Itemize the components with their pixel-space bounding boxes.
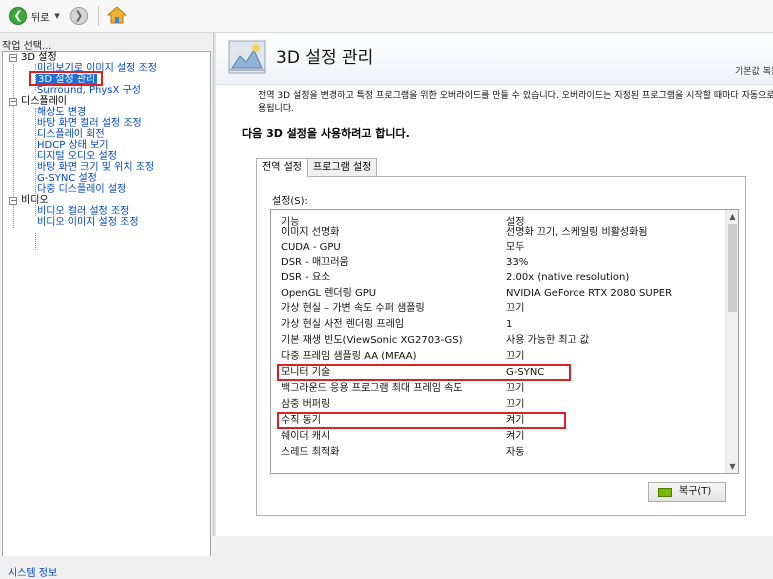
tab-content: 설정(S): 기능 설정 이미지 선명화 선명화 끄기, 스케일링 비활성화됨 C… (256, 176, 746, 516)
tree-item-multi-display[interactable]: 다중 디스플레이 설정 (37, 184, 126, 195)
back-dropdown-icon[interactable]: ▼ (54, 12, 59, 20)
task-tree[interactable]: − 3D 설정 미리보기로 이미지 설정 조정 3D 설정 관리 Surroun… (2, 51, 211, 556)
tree-item-video-image[interactable]: 비디오 이미지 설정 조정 (37, 217, 139, 228)
row-value: 자동 (506, 447, 525, 458)
list-header: 기능 설정 (271, 210, 726, 228)
home-button[interactable] (106, 5, 128, 28)
page-title: 3D 설정 관리 (276, 48, 374, 68)
restore-defaults-link[interactable]: 기본값 복원 (735, 64, 773, 77)
page-description: 전역 3D 설정을 변경하고 특정 프로그램을 위한 오버라이드를 만들 수 있… (258, 91, 773, 114)
row-feature: 가상 현실 – 가변 속도 수퍼 샘플링 (281, 303, 425, 314)
table-row[interactable]: DSR - 요소 2.00x (native resolution) (271, 271, 726, 285)
row-feature: 백그라운드 응용 프로그램 최대 프레임 속도 (281, 383, 463, 394)
settings-tabs: 전역 설정 프로그램 설정 (256, 158, 378, 177)
tree-connector (35, 233, 36, 250)
content-panel: 3D 설정 관리 기본값 복원 전역 3D 설정을 변경하고 특정 프로그램을 … (216, 33, 773, 536)
highlight-box (277, 364, 571, 381)
table-row[interactable]: DSR - 매끄러움 33% (271, 256, 726, 270)
scroll-down-icon[interactable]: ▼ (726, 460, 738, 473)
row-feature: 다중 프레임 샘플링 AA (MFAA) (281, 351, 417, 362)
3d-settings-icon (228, 40, 266, 74)
tab-global-settings[interactable]: 전역 설정 (256, 158, 308, 177)
tab-program-settings[interactable]: 프로그램 설정 (306, 158, 378, 176)
settings-label: 설정(S): (272, 196, 308, 207)
row-value: 켜기 (506, 431, 525, 442)
tree-item-surround-physx[interactable]: Surround, PhysX 구성 (37, 85, 141, 96)
row-value: NVIDIA GeForce RTX 2080 SUPER (506, 288, 673, 299)
table-row[interactable]: 쉐이더 캐시 켜기 (271, 430, 726, 444)
row-feature: CUDA - GPU (281, 242, 341, 253)
table-row[interactable]: 이미지 선명화 선명화 끄기, 스케일링 비활성화됨 (271, 226, 726, 240)
scroll-thumb[interactable] (728, 224, 737, 312)
tree-category-display[interactable]: 디스플레이 (21, 96, 67, 107)
row-feature: 기본 재생 빈도(ViewSonic XG2703-GS) (281, 335, 463, 346)
row-value: 모두 (506, 242, 525, 253)
row-feature: 삼중 버퍼링 (281, 399, 331, 410)
table-row[interactable]: 기본 재생 빈도(ViewSonic XG2703-GS) 사용 가능한 최고 값 (271, 334, 726, 348)
nvidia-icon (658, 487, 672, 497)
forward-arrow-icon: ❯ (69, 7, 88, 25)
table-row[interactable]: 백그라운드 응용 프로그램 최대 프레임 속도 끄기 (271, 382, 726, 396)
section-title: 다음 3D 설정을 사용하려고 합니다. (242, 127, 410, 140)
tree-category-video[interactable]: 비디오 (21, 195, 49, 206)
row-feature: 이미지 선명화 (281, 227, 340, 238)
row-value: 2.00x (native resolution) (506, 272, 630, 283)
tree-item-gsync[interactable]: G-SYNC 설정 (37, 173, 97, 184)
row-value: 끄기 (506, 351, 525, 362)
row-value: 33% (506, 257, 529, 268)
row-value: 끄기 (506, 303, 525, 314)
collapse-icon[interactable]: − (9, 98, 17, 106)
navigation-toolbar: ❮ 뒤로 ▼ ❯ (0, 0, 773, 33)
back-button[interactable]: ❮ 뒤로 ▼ (6, 5, 63, 27)
row-feature: DSR - 요소 (281, 272, 331, 283)
table-row[interactable]: 가상 현실 – 가변 속도 수퍼 샘플링 끄기 (271, 302, 726, 316)
highlight-box (29, 71, 103, 86)
settings-list[interactable]: 기능 설정 이미지 선명화 선명화 끄기, 스케일링 비활성화됨 CUDA - G… (270, 209, 739, 474)
row-feature: 스레드 최적화 (281, 447, 340, 458)
collapse-icon[interactable]: − (9, 54, 17, 62)
scroll-up-icon[interactable]: ▲ (726, 210, 738, 223)
row-feature: 쉐이더 캐시 (281, 431, 331, 442)
tree-item-change-resolution[interactable]: 해상도 변경 (37, 107, 86, 118)
back-label: 뒤로 (31, 12, 50, 24)
table-row[interactable]: 스레드 최적화 자동 (271, 446, 726, 460)
table-row[interactable]: CUDA - GPU 모두 (271, 241, 726, 255)
restore-button-label: 복구(T) (679, 486, 712, 497)
row-value: 사용 가능한 최고 값 (506, 335, 590, 346)
tree-item-hdcp-status[interactable]: HDCP 상태 보기 (37, 140, 108, 151)
page-header: 3D 설정 관리 기본값 복원 (216, 33, 773, 85)
highlight-box (277, 412, 566, 429)
tree-item-rotate-display[interactable]: 디스플레이 회전 (37, 129, 105, 140)
row-value: 끄기 (506, 399, 525, 410)
tree-category-3d[interactable]: 3D 설정 (21, 52, 57, 63)
row-feature: DSR - 매끄러움 (281, 257, 349, 268)
toolbar-separator (97, 6, 99, 26)
table-row[interactable]: 다중 프레임 샘플링 AA (MFAA) 끄기 (271, 350, 726, 364)
task-panel: 작업 선택... − 3D 설정 미리보기로 이미지 설정 조정 3D 설정 관… (0, 33, 213, 579)
tree-item-video-color[interactable]: 비디오 컬러 설정 조정 (37, 206, 129, 217)
forward-button[interactable]: ❯ (67, 5, 91, 27)
table-row[interactable]: 삼중 버퍼링 끄기 (271, 398, 726, 412)
tree-item-desktop-size[interactable]: 바탕 화면 크기 및 위치 조정 (37, 162, 154, 173)
back-arrow-icon: ❮ (9, 7, 27, 25)
list-scrollbar[interactable]: ▲ ▼ (725, 210, 738, 473)
system-info-link[interactable]: 시스템 정보 (8, 564, 57, 579)
collapse-icon[interactable]: − (9, 197, 17, 205)
row-value: 1 (506, 319, 513, 330)
row-feature: OpenGL 렌더링 GPU (281, 288, 377, 299)
table-row[interactable]: OpenGL 렌더링 GPU NVIDIA GeForce RTX 2080 SU… (271, 287, 726, 301)
row-value: 선명화 끄기, 스케일링 비활성화됨 (506, 227, 648, 238)
table-row[interactable]: 가상 현실 사전 렌더링 프레임 1 (271, 318, 726, 332)
restore-button[interactable]: 복구(T) (648, 482, 726, 502)
task-panel-title: 작업 선택... (2, 41, 52, 52)
row-value: 끄기 (506, 383, 525, 394)
tree-item-desktop-color[interactable]: 바탕 화면 컬러 설정 조정 (37, 118, 142, 129)
home-icon (106, 5, 128, 23)
row-feature: 가상 현실 사전 렌더링 프레임 (281, 319, 405, 330)
tree-item-digital-audio[interactable]: 디지털 오디오 설정 (37, 151, 117, 162)
